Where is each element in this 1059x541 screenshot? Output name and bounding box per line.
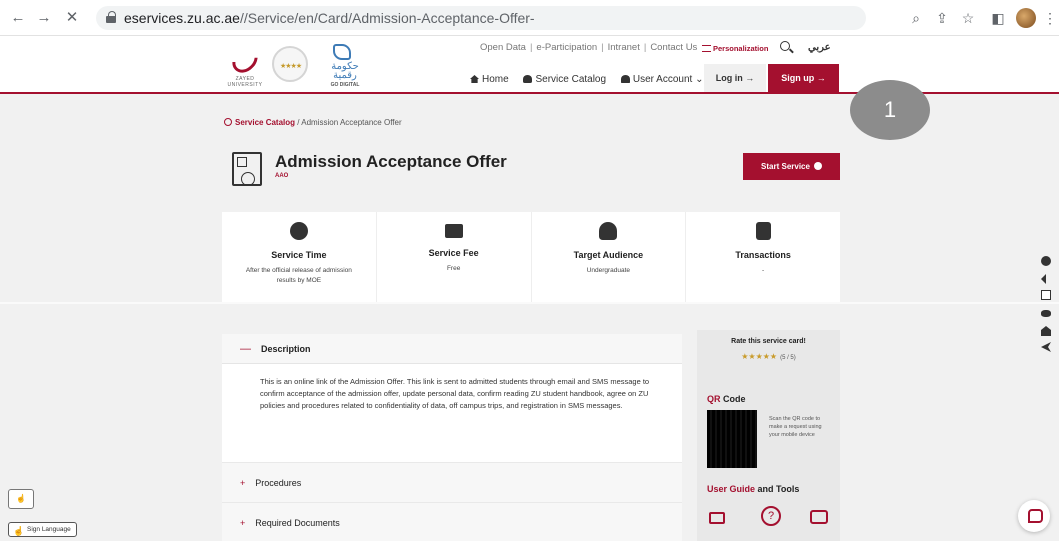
login-button[interactable]: Log in → bbox=[704, 64, 766, 92]
sidepanel-icon[interactable]: ◧ bbox=[988, 8, 1008, 28]
search-icon[interactable] bbox=[779, 40, 793, 54]
page-title: Admission Acceptance Offer bbox=[275, 152, 507, 171]
breadcrumb-service-catalog[interactable]: Service Catalog bbox=[235, 118, 295, 127]
link-contact-us[interactable]: Contact Us bbox=[650, 42, 697, 53]
sliders-icon bbox=[702, 45, 711, 52]
start-service-button[interactable]: Start Service bbox=[743, 153, 840, 180]
hand-icon: ☝ bbox=[13, 526, 25, 536]
link-intranet[interactable]: Intranet bbox=[608, 42, 640, 53]
home-icon bbox=[470, 75, 479, 83]
info-icon[interactable] bbox=[1041, 256, 1051, 266]
users-icon bbox=[599, 222, 618, 240]
link-open-data[interactable]: Open Data bbox=[480, 42, 526, 53]
go-digital-arabic: حكومة رقمية bbox=[331, 61, 359, 81]
video-icon[interactable] bbox=[709, 512, 725, 524]
breadcrumb: Service Catalog / Admission Acceptance O… bbox=[224, 118, 402, 127]
share-icon[interactable]: ⇪ bbox=[932, 8, 952, 28]
page-content: Service Catalog / Admission Acceptance O… bbox=[0, 94, 1059, 541]
link-e-participation[interactable]: e-Participation bbox=[536, 42, 597, 53]
nav-service-catalog[interactable]: Service Catalog bbox=[523, 74, 606, 85]
lock-icon bbox=[106, 11, 116, 23]
nav-user-account[interactable]: User Account ⌄ bbox=[620, 74, 704, 85]
certificate-icon bbox=[232, 152, 262, 186]
close-icon[interactable]: ✕ bbox=[62, 8, 82, 28]
personalization-link[interactable]: Personalization bbox=[702, 44, 768, 53]
address-bar[interactable]: eservices.zu.ac.ae//Service/en/Card/Admi… bbox=[96, 6, 866, 30]
stat-transactions: Transactions - bbox=[686, 212, 840, 302]
minus-icon: — bbox=[240, 343, 251, 355]
back-arrow-icon[interactable]: ← bbox=[8, 8, 28, 28]
print-icon[interactable] bbox=[810, 510, 828, 524]
divider bbox=[0, 302, 1059, 304]
qr-description: Scan the QR code to make a request using… bbox=[769, 416, 822, 438]
catalog-icon bbox=[523, 75, 533, 83]
plus-icon: + bbox=[240, 478, 246, 488]
stat-service-fee: Service Fee Free bbox=[377, 212, 532, 302]
service-code: AAO bbox=[275, 173, 289, 179]
main-nav: Home Service Catalog User Account ⌄ bbox=[470, 74, 716, 85]
service-stats: Service Time After the official release … bbox=[222, 212, 840, 302]
arrow-circle-icon bbox=[813, 162, 822, 170]
clipboard-chart-icon bbox=[755, 222, 771, 240]
clock-icon bbox=[289, 222, 308, 240]
crescent-icon bbox=[227, 42, 263, 78]
stat-service-time: Service Time After the official release … bbox=[222, 212, 377, 302]
rate-title: Rate this service card! bbox=[731, 338, 806, 345]
nav-home[interactable]: Home bbox=[470, 74, 509, 85]
plus-icon: + bbox=[240, 518, 246, 528]
sign-language-button[interactable]: ☝ Sign Language bbox=[8, 522, 77, 537]
language-toggle[interactable]: عربي bbox=[808, 42, 831, 53]
step-number-badge: 1 bbox=[850, 80, 930, 140]
help-icon[interactable]: ? bbox=[761, 506, 781, 526]
qr-code-title: QR Code bbox=[707, 394, 746, 404]
chat-icon[interactable] bbox=[1018, 500, 1050, 532]
star-rating-logo: ★★★★ bbox=[272, 46, 308, 82]
qr-code-image bbox=[707, 410, 757, 468]
description-body: This is an online link of the Admission … bbox=[222, 364, 682, 462]
breadcrumb-current: Admission Acceptance Offer bbox=[301, 118, 402, 127]
signup-button[interactable]: Sign up → bbox=[768, 64, 839, 92]
url-text[interactable]: eservices.zu.ac.ae//Service/en/Card/Admi… bbox=[124, 10, 535, 26]
go-digital-logo: حكومة رقمية GO DIGITAL bbox=[320, 44, 370, 90]
go-digital-english: GO DIGITAL bbox=[330, 82, 360, 88]
browser-toolbar: ← → ✕ eservices.zu.ac.ae//Service/en/Car… bbox=[0, 0, 1059, 36]
stat-target-audience: Target Audience Undergraduate bbox=[532, 212, 687, 302]
go-digital-icon bbox=[333, 44, 351, 60]
sign-language-widget-icon[interactable]: ☝ bbox=[8, 489, 34, 509]
forward-arrow-icon[interactable]: → bbox=[34, 8, 54, 28]
stars-icon: ★★★★ bbox=[280, 63, 302, 70]
profile-avatar[interactable] bbox=[1016, 8, 1036, 28]
details-accordion: — Description This is an online link of t… bbox=[222, 334, 682, 541]
zoom-icon[interactable]: ⌕ bbox=[906, 8, 926, 28]
accordion-procedures[interactable]: + Procedures bbox=[222, 462, 682, 502]
money-icon bbox=[444, 224, 463, 238]
rating-stars[interactable]: ★★★★★ (5 / 5) bbox=[697, 352, 840, 361]
side-panel: Rate this service card! ★★★★★ (5 / 5) QR … bbox=[697, 330, 840, 541]
accordion-required-documents[interactable]: + Required Documents bbox=[222, 502, 682, 541]
star-icon[interactable]: ☆ bbox=[958, 8, 978, 28]
user-icon bbox=[620, 75, 630, 83]
zu-logo-text: ZAYED UNIVERSITY bbox=[227, 76, 263, 88]
zu-logo[interactable]: ZAYED UNIVERSITY bbox=[222, 42, 268, 88]
sign-language-icon[interactable] bbox=[1041, 290, 1051, 300]
user-guide-title: User Guide and Tools bbox=[707, 484, 800, 494]
back-circle-icon bbox=[224, 118, 232, 126]
accordion-description-header[interactable]: — Description bbox=[222, 334, 682, 364]
glasses-icon[interactable] bbox=[1041, 310, 1051, 317]
kebab-menu-icon[interactable]: ⋮ bbox=[1040, 8, 1059, 28]
top-links: Open Data | e-Participation | Intranet | Conta… bbox=[480, 42, 698, 53]
